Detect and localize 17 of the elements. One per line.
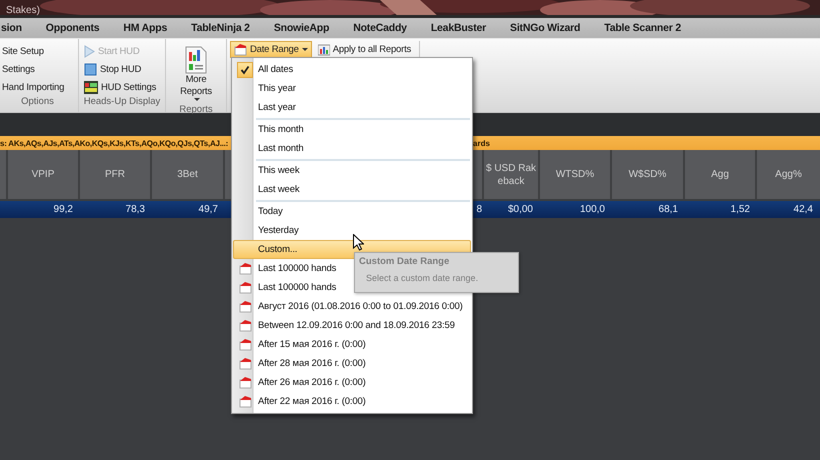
- table-cell-text: 100,0: [578, 203, 606, 217]
- table-cell-text: 68,1: [658, 203, 679, 217]
- group-label: Reports: [178, 104, 214, 115]
- group-label: Heads-Up Display: [82, 96, 162, 109]
- table-cell-text: 49,7: [198, 203, 219, 217]
- tooltip-text: Select a custom date range.: [365, 273, 480, 283]
- table-cell-text: 8: [475, 203, 483, 217]
- tooltip-title: Custom Date Range: [359, 256, 450, 267]
- table-cell-text: 1,52: [730, 203, 751, 217]
- filter-text: ards: [473, 138, 490, 148]
- filter-text: s: AKs,AQs,AJs,ATs,AKo,KQs,KJs,KTs,AQo,KQo,QJs,QTs,AJ...:: [0, 138, 228, 148]
- table-cell-text: 42,4: [792, 203, 814, 217]
- table-cell-text: $0,00: [506, 203, 534, 217]
- window-title: Stakes): [5, 5, 40, 16]
- table-cell-text: 78,3: [124, 203, 146, 217]
- group-label: Options: [20, 96, 55, 109]
- table-cell-text: 99,2: [52, 203, 74, 217]
